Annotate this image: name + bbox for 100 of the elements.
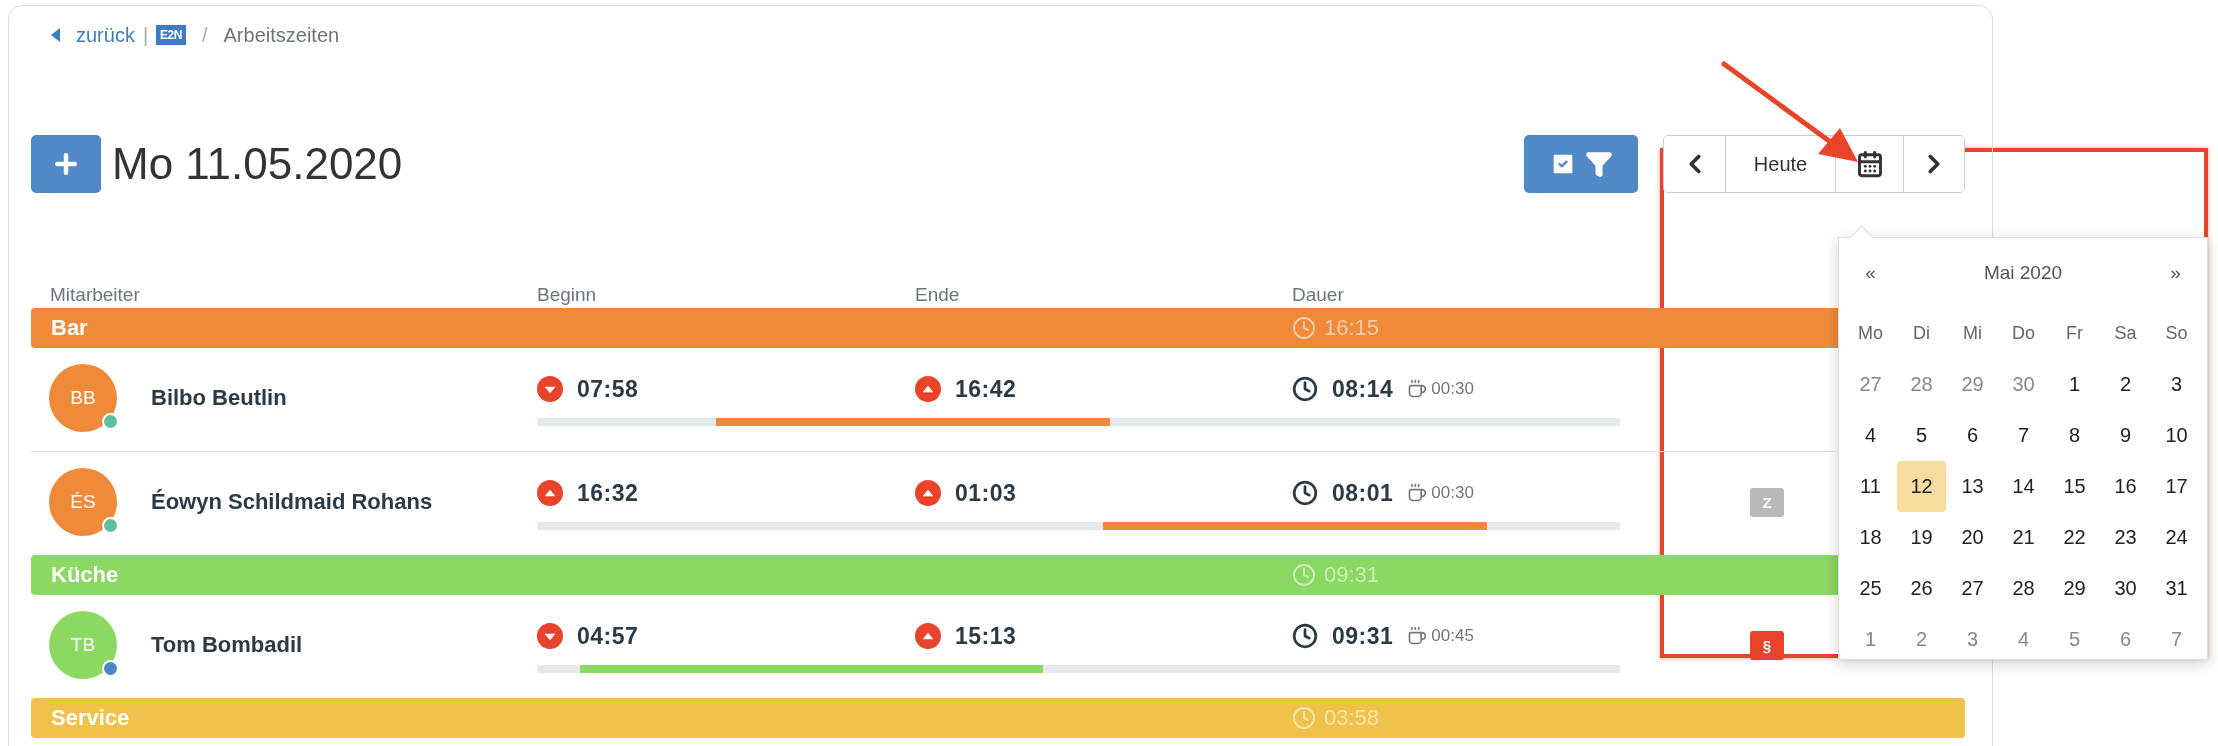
calendar-day[interactable]: 17 xyxy=(2152,461,2201,512)
caret-up-icon xyxy=(537,480,563,506)
calendar-day[interactable]: 21 xyxy=(1999,512,2048,563)
calendar-day[interactable]: 4 xyxy=(1999,614,2048,665)
end-time: 16:42 xyxy=(955,375,1017,403)
month-title: Mai 2020 xyxy=(1983,262,2063,284)
calendar-day[interactable]: 19 xyxy=(1897,512,1946,563)
group-total: 16:15 xyxy=(1292,315,1380,341)
employee-name: Tom Bombadil xyxy=(151,632,303,658)
clock-icon xyxy=(1292,623,1318,649)
calendar-day[interactable]: 5 xyxy=(2050,614,2099,665)
calendar-day[interactable]: 7 xyxy=(2152,614,2201,665)
calendar-day[interactable]: 27 xyxy=(1948,563,1997,614)
next-month[interactable]: » xyxy=(2170,262,2181,284)
clock-icon xyxy=(1292,480,1318,506)
group-total: 03:58 xyxy=(1292,705,1380,731)
calendar-day[interactable]: 9 xyxy=(2101,410,2150,461)
clock-icon xyxy=(1292,376,1318,402)
break-time: 00:30 xyxy=(1431,379,1474,399)
calendar-day[interactable]: 3 xyxy=(2152,359,2201,410)
weekday-label: So xyxy=(2164,322,2189,345)
clock-icon xyxy=(1292,563,1316,587)
calendar-day[interactable]: 2 xyxy=(2101,359,2150,410)
calendar-day[interactable]: 13 xyxy=(1948,461,1997,512)
calendar-day[interactable]: 27 xyxy=(1846,359,1895,410)
calendar-day[interactable]: 16 xyxy=(2101,461,2150,512)
filter-icon xyxy=(1585,150,1613,178)
calendar-day[interactable]: 6 xyxy=(2101,614,2150,665)
calendar-day[interactable]: 29 xyxy=(2050,563,2099,614)
avatar-initials: TB xyxy=(70,634,96,656)
calendar-day[interactable]: 23 xyxy=(2101,512,2150,563)
page-title: Mo 11.05.2020 xyxy=(112,139,403,189)
calendar-day[interactable]: 30 xyxy=(2101,563,2150,614)
previous-button[interactable] xyxy=(1664,136,1725,192)
cup-icon xyxy=(1407,483,1428,503)
next-button[interactable] xyxy=(1903,136,1964,192)
group-name: Küche xyxy=(50,562,119,588)
badge: Z xyxy=(1750,487,1784,517)
weekday-label: Sa xyxy=(2113,322,2138,345)
weekday-label: Mo xyxy=(1857,322,1884,345)
calendar-day[interactable]: 24 xyxy=(2152,512,2201,563)
column-header: Dauer xyxy=(1292,284,1344,306)
calendar-day[interactable]: 7 xyxy=(1999,410,2048,461)
begin-time: 04:57 xyxy=(577,622,639,650)
calendar-day[interactable]: 1 xyxy=(2050,359,2099,410)
calendar-day[interactable]: 22 xyxy=(2050,512,2099,563)
duration: 08:01 xyxy=(1332,479,1394,507)
cup-icon xyxy=(1407,626,1428,646)
calendar-day[interactable]: 11 xyxy=(1846,461,1895,512)
previous-month[interactable]: « xyxy=(1865,262,1876,284)
column-header: Ende xyxy=(915,284,960,306)
weekday-label: Fr xyxy=(2065,322,2084,345)
calendar-day[interactable]: 20 xyxy=(1948,512,1997,563)
group-total: 09:31 xyxy=(1292,562,1380,588)
duration: 08:14 xyxy=(1332,375,1394,403)
break-time: 00:30 xyxy=(1431,483,1474,503)
breadcrumb-current: Arbeitszeiten xyxy=(223,23,340,47)
end-time: 15:13 xyxy=(955,622,1017,650)
calendar-day[interactable]: 30 xyxy=(1999,359,2048,410)
calendar-day[interactable]: 8 xyxy=(2050,410,2099,461)
calendar-day[interactable]: 3 xyxy=(1948,614,1997,665)
calendar-day[interactable]: 14 xyxy=(1999,461,2048,512)
calendar-day[interactable]: 4 xyxy=(1846,410,1895,461)
weekday-label: Do xyxy=(2011,322,2036,345)
calendar-day[interactable]: 12 xyxy=(1897,461,1946,512)
calendar-day[interactable]: 28 xyxy=(1999,563,2048,614)
avatar-initials: BB xyxy=(70,387,96,409)
add-button[interactable] xyxy=(31,135,101,193)
caret-up-icon xyxy=(915,480,941,506)
break-time: 00:45 xyxy=(1431,626,1474,646)
calendar-day[interactable]: 1 xyxy=(1846,614,1895,665)
badge: § xyxy=(1750,630,1784,660)
calendar-day[interactable]: 6 xyxy=(1948,410,1997,461)
employee-name: Bilbo Beutlin xyxy=(151,385,287,411)
calendar-day[interactable]: 5 xyxy=(1897,410,1946,461)
begin-time: 16:32 xyxy=(577,479,639,507)
logo: E2N xyxy=(156,25,186,45)
back-link[interactable]: zurück xyxy=(51,23,135,47)
caret-down-icon xyxy=(537,623,563,649)
calendar-day[interactable]: 15 xyxy=(2050,461,2099,512)
calendar-day[interactable]: 18 xyxy=(1846,512,1895,563)
begin-time: 07:58 xyxy=(577,375,639,403)
calendar-day[interactable]: 28 xyxy=(1897,359,1946,410)
filter-button[interactable] xyxy=(1524,135,1638,193)
group-name: Bar xyxy=(50,315,88,341)
weekday-label: Mi xyxy=(1962,322,1983,345)
calendar-day[interactable]: 2 xyxy=(1897,614,1946,665)
caret-up-icon xyxy=(915,623,941,649)
calendar-day[interactable]: 10 xyxy=(2152,410,2201,461)
clock-icon xyxy=(1292,316,1316,340)
calendar-icon xyxy=(1855,150,1884,178)
weekday-label: Di xyxy=(1912,322,1931,345)
end-time: 01:03 xyxy=(955,479,1017,507)
cup-icon xyxy=(1407,379,1428,399)
group-name: Service xyxy=(50,705,130,731)
calendar-day[interactable]: 29 xyxy=(1948,359,1997,410)
calendar-day[interactable]: 26 xyxy=(1897,563,1946,614)
avatar-initials: ÉS xyxy=(70,491,96,513)
calendar-day[interactable]: 25 xyxy=(1846,563,1895,614)
calendar-day[interactable]: 31 xyxy=(2152,563,2201,614)
